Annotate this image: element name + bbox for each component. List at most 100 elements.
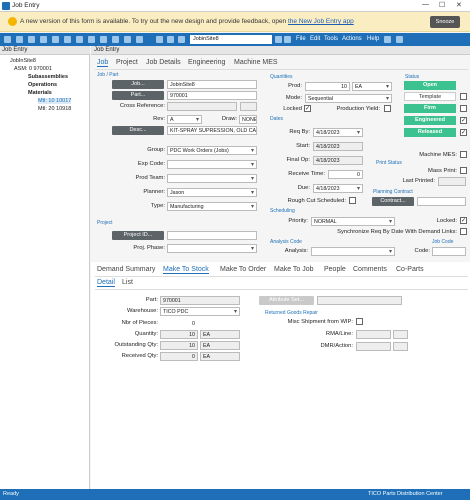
description-field[interactable]: KIT-SPRAY SUPRESSION, OLD CAB [167,126,257,135]
proj-phase-combo[interactable] [167,244,257,253]
engineered-checkbox[interactable] [460,117,467,124]
prev-icon[interactable] [178,36,185,43]
new-job-entry-link[interactable]: the New Job Entry app [288,18,354,25]
receive-time-field[interactable]: 0 [328,170,363,179]
tree-item-materials[interactable]: Materials [28,90,52,96]
part-button[interactable]: Part... [112,91,164,100]
status-template[interactable]: Template [404,92,456,101]
minimize-icon[interactable]: — [422,1,429,8]
menu-tools[interactable]: Tools [324,36,338,42]
refresh-icon[interactable] [76,36,83,43]
search-icon[interactable] [112,36,119,43]
save-icon[interactable] [40,36,47,43]
prev-record-icon[interactable] [167,36,174,43]
help-icon[interactable] [136,36,143,43]
status-engineered[interactable]: Engineered [404,116,456,125]
draw-field[interactable]: NONE [239,115,257,124]
tab-co-parts[interactable]: Co-Parts [396,266,424,273]
part-field[interactable]: 970001 [167,91,257,100]
snooze-button[interactable]: Snooze [430,16,460,28]
menu-actions[interactable]: Actions [342,36,362,42]
group-combo[interactable]: PDC Work Orders (Jobs) [167,146,257,155]
job-field[interactable]: JobinSite8 [167,80,257,89]
misc-shipment-checkbox[interactable] [356,318,363,325]
tab-make-to-stock[interactable]: Make To Stock [163,266,209,274]
mass-print-checkbox[interactable] [460,167,467,174]
template-checkbox[interactable] [460,93,467,100]
status-open[interactable]: Open [404,81,456,90]
status-firm[interactable]: Firm [404,104,456,113]
home-icon[interactable] [4,36,11,43]
req-by-field[interactable]: 4/18/2023 [313,128,363,137]
tab-comments[interactable]: Comments [353,266,387,273]
mode-combo[interactable]: Sequential [305,94,392,103]
tab-list[interactable]: List [122,279,133,286]
section-dates: Dates [270,116,284,122]
tab-job[interactable]: Job [97,59,109,67]
close-icon[interactable]: ✕ [456,1,462,9]
new-icon[interactable] [16,36,23,43]
job-record-selector[interactable]: JobinSite8 [190,35,272,44]
locked-qty-checkbox[interactable] [304,105,311,112]
tab-make-to-job[interactable]: Make To Job [274,266,314,273]
first-record-icon[interactable] [156,36,163,43]
pieces-field[interactable]: 0 [160,319,198,328]
menu-help[interactable]: Help [367,36,379,42]
analysis-combo[interactable] [311,247,395,256]
project-id-field[interactable] [167,231,257,240]
menu-file[interactable]: File [296,36,306,42]
tab-project[interactable]: Project [116,59,138,66]
contract-button[interactable]: Contract... [372,197,414,206]
job-button[interactable]: Job... [112,80,164,89]
project-id-button[interactable]: Project ID... [112,231,164,240]
open-icon[interactable] [28,36,35,43]
cross-reference-field[interactable] [167,102,237,111]
rough-cut-checkbox[interactable] [349,197,356,204]
rev-combo[interactable]: A [167,115,202,124]
production-yield-checkbox[interactable] [384,105,391,112]
delete-icon[interactable] [52,36,59,43]
priority-combo[interactable]: NORMAL [311,217,395,226]
tab-detail[interactable]: Detail [97,279,115,287]
code-field[interactable] [432,247,466,256]
prod-uom-combo[interactable]: EA [352,82,392,91]
type-combo[interactable]: Manufacturing [167,202,257,211]
settings-icon[interactable] [396,36,403,43]
prod-team-combo[interactable] [167,174,257,183]
undo-icon[interactable] [64,36,71,43]
tree-item-mtl-10[interactable]: Mtl: 10 10017 [38,98,72,104]
sync-checkbox[interactable] [460,228,467,235]
machine-mes-checkbox[interactable] [460,151,467,158]
released-checkbox[interactable] [460,129,467,136]
locked-schedule-checkbox[interactable] [460,217,467,224]
tab-make-to-order[interactable]: Make To Order [220,266,266,273]
desc-button[interactable]: Desc... [112,126,164,135]
last-record-icon[interactable] [284,36,291,43]
tab-engineering[interactable]: Engineering [188,59,225,66]
info-icon[interactable] [384,36,391,43]
planner-combo[interactable]: Jason [167,188,257,197]
firm-checkbox[interactable] [460,105,467,112]
tree-item-asm[interactable]: ASM: 0 970001 [14,66,52,72]
tab-demand-summary[interactable]: Demand Summary [97,266,155,273]
menu-edit[interactable]: Edit [310,36,320,42]
prod-qty-field[interactable]: 10 [305,82,350,91]
exp-code-combo[interactable] [167,160,257,169]
warehouse-combo[interactable]: TICO PDC [160,307,240,316]
tree-item-operations[interactable]: Operations [28,82,57,88]
tree-item-mtl-20[interactable]: Mtl: 20 10918 [38,106,71,112]
tree-item-job[interactable]: JobInSite8 [10,58,36,64]
tree-item-subassemblies[interactable]: Subassemblies [28,74,68,80]
attach-icon[interactable] [100,36,107,43]
contract-field[interactable] [417,197,466,206]
maximize-icon[interactable]: ☐ [439,1,445,9]
next-icon[interactable] [275,36,282,43]
status-released[interactable]: Released [404,128,456,137]
tab-job-details[interactable]: Job Details [146,59,181,66]
tab-people[interactable]: People [324,266,346,273]
filter-icon[interactable] [124,36,131,43]
tab-machine-mes[interactable]: Machine MES [234,59,278,66]
print-icon[interactable] [88,36,95,43]
due-field[interactable]: 4/18/2023 [313,184,363,193]
attribute-set-button[interactable]: Attribute Set... [259,296,314,305]
